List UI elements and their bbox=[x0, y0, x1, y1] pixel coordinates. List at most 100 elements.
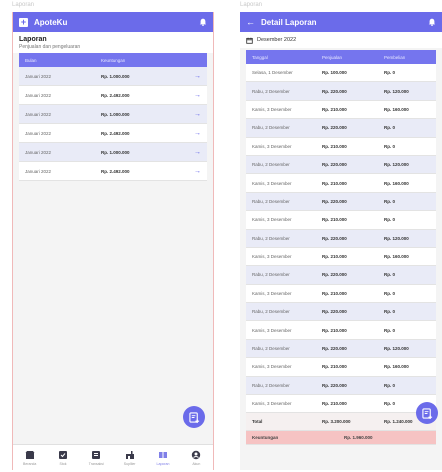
nav-item-laporan[interactable]: Laporan bbox=[146, 445, 179, 470]
cell-penjualan: Rp. 220.000 bbox=[322, 125, 347, 131]
table-row: Rabu, 2 Desember Rp. 220.000 Rp. 0 bbox=[246, 266, 436, 285]
balance-label: Keuntungan bbox=[252, 435, 279, 441]
table-row: Rabu, 2 Desember Rp. 220.000 Rp. 120.000 bbox=[246, 339, 436, 359]
cell-tanggal: Rabu, 2 Desember bbox=[252, 309, 290, 315]
cell-tanggal: Kamis, 3 Desember bbox=[252, 364, 292, 370]
arrow-right-icon[interactable]: → bbox=[194, 168, 201, 175]
add-report-button[interactable] bbox=[416, 402, 438, 424]
cell-penjualan: Rp. 220.000 bbox=[322, 198, 347, 204]
arrow-right-icon[interactable]: → bbox=[194, 149, 201, 156]
table-row[interactable]: Januari 2022 Rp. 2.492.000 → bbox=[19, 124, 207, 143]
table-row: Kamis, 3 Desember Rp. 210.000 Rp. 0 bbox=[246, 211, 436, 230]
table-row: Kamis, 3 Desember Rp. 210.000 Rp. 160.000 bbox=[246, 174, 436, 193]
cell-penjualan: Rp. 210.000 bbox=[322, 180, 347, 186]
detail-laporan-screen: ← Detail Laporan Desember 2022 Tanggal P… bbox=[240, 12, 442, 470]
receipt-icon bbox=[92, 450, 101, 459]
table-body: Selasa, 1 Desember Rp. 100.000 Rp. 0 Rabu, … bbox=[246, 64, 436, 414]
delivery-icon bbox=[125, 450, 134, 459]
bell-icon[interactable] bbox=[199, 18, 207, 26]
cell-pembelian: Rp. 0 bbox=[384, 217, 396, 223]
right-frame-label: Laporan bbox=[240, 2, 263, 8]
arrow-right-icon[interactable]: → bbox=[194, 111, 201, 118]
arrow-right-icon[interactable]: → bbox=[194, 92, 201, 99]
cell-tanggal: Rabu, 2 Desember bbox=[252, 88, 290, 94]
cell-penjualan: Rp. 210.000 bbox=[322, 254, 347, 260]
cell-tanggal: Rabu, 2 Desember bbox=[252, 382, 290, 388]
balance-value: Rp. 1.960.000 bbox=[344, 435, 373, 441]
cell-pembelian: Rp. 160.000 bbox=[384, 254, 409, 260]
table-row: Kamis, 3 Desember Rp. 210.000 Rp. 160.000 bbox=[246, 100, 436, 120]
cell-tanggal: Kamis, 3 Desember bbox=[252, 106, 292, 112]
laporan-table: Bulan Keuntungan Januari 2022 Rp. 1.000.0… bbox=[19, 53, 207, 181]
left-frame-label: Laporan bbox=[12, 2, 35, 8]
table-row[interactable]: Januari 2022 Rp. 2.492.000 → bbox=[19, 86, 207, 105]
nav-item-beranda[interactable]: Beranda bbox=[13, 445, 46, 470]
cell-pembelian: Rp. 0 bbox=[384, 125, 396, 131]
arrow-right-icon[interactable]: → bbox=[194, 73, 201, 80]
table-row[interactable]: Januari 2022 Rp. 1.000.000 → bbox=[19, 67, 207, 86]
cell-penjualan: Rp. 220.000 bbox=[322, 162, 347, 168]
cell-tanggal: Kamis, 3 Desember bbox=[252, 401, 292, 407]
table-row: Kamis, 3 Desember Rp. 210.000 Rp. 0 bbox=[246, 137, 436, 156]
cell-penjualan: Rp. 220.000 bbox=[322, 88, 347, 94]
detail-table: Tanggal Penjualan Pembelian Selasa, 1 De… bbox=[246, 50, 436, 446]
cell-pembelian: Rp. 120.000 bbox=[384, 235, 409, 241]
check-box-icon bbox=[58, 450, 67, 459]
table-row: Rabu, 2 Desember Rp. 220.000 Rp. 120.000 bbox=[246, 155, 436, 175]
cell-penjualan: Rp. 210.000 bbox=[322, 290, 347, 296]
cell-keuntungan: Rp. 2.492.000 bbox=[101, 92, 130, 98]
app-bar: + ApoteKu bbox=[13, 12, 213, 32]
cell-pembelian: Rp. 0 bbox=[384, 382, 396, 388]
cell-tanggal: Rabu, 2 Desember bbox=[252, 125, 290, 131]
cell-keuntungan: Rp. 1.000.000 bbox=[101, 73, 130, 79]
total-label: Total bbox=[252, 419, 263, 425]
table-row[interactable]: Januari 2022 Rp. 2.492.000 → bbox=[19, 162, 207, 181]
header-tanggal: Tanggal bbox=[252, 54, 268, 60]
cell-penjualan: Rp. 220.000 bbox=[322, 235, 347, 241]
bell-icon[interactable] bbox=[428, 18, 436, 26]
table-row: Rabu, 2 Desember Rp. 220.000 Rp. 120.000 bbox=[246, 229, 436, 248]
back-arrow-icon[interactable]: ← bbox=[246, 17, 255, 27]
arrow-right-icon[interactable]: → bbox=[194, 130, 201, 137]
cell-tanggal: Kamis, 3 Desember bbox=[252, 290, 292, 296]
table-row: Kamis, 3 Desember Rp. 210.000 Rp. 0 bbox=[246, 284, 436, 304]
cell-keuntungan: Rp. 2.492.000 bbox=[101, 130, 130, 136]
total-penjualan: Rp. 3.200.000 bbox=[322, 419, 351, 425]
store-icon bbox=[25, 450, 35, 459]
nav-label: Transaksi bbox=[88, 461, 104, 466]
nav-item-transaksi[interactable]: Transaksi bbox=[80, 445, 113, 470]
cell-tanggal: Rabu, 2 Desember bbox=[252, 346, 290, 352]
cell-tanggal: Kamis, 3 Desember bbox=[252, 143, 292, 149]
add-icon[interactable]: + bbox=[19, 17, 28, 27]
table-row: Rabu, 2 Desember Rp. 220.000 Rp. 120.000 bbox=[246, 82, 436, 101]
header-penjualan: Penjualan bbox=[322, 54, 343, 60]
nav-label: Supllier bbox=[123, 461, 136, 466]
cell-penjualan: Rp. 100.000 bbox=[322, 70, 347, 76]
table-row: Kamis, 3 Desember Rp. 210.000 Rp. 0 bbox=[246, 321, 436, 340]
nav-item-akun[interactable]: Akun bbox=[180, 445, 213, 470]
table-row: Rabu, 2 Desember Rp. 220.000 Rp. 0 bbox=[246, 303, 436, 322]
balance-row: Keuntungan Rp. 1.960.000 bbox=[246, 431, 436, 446]
nav-label: Laporan bbox=[156, 461, 170, 466]
period-selector[interactable]: Desember 2022 bbox=[240, 32, 442, 48]
table-row[interactable]: Januari 2022 Rp. 1.000.000 → bbox=[19, 105, 207, 124]
table-body: Januari 2022 Rp. 1.000.000 → Januari 2022 Rp… bbox=[19, 67, 207, 181]
cell-pembelian: Rp. 120.000 bbox=[384, 88, 409, 94]
section-title: Laporan bbox=[19, 36, 47, 43]
cell-pembelian: Rp. 0 bbox=[384, 309, 396, 315]
table-header: Tanggal Penjualan Pembelian bbox=[246, 50, 436, 64]
cell-bulan: Januari 2022 bbox=[25, 168, 52, 174]
add-report-button[interactable] bbox=[183, 406, 205, 428]
app-bar: ← Detail Laporan bbox=[240, 12, 442, 32]
cell-bulan: Januari 2022 bbox=[25, 111, 52, 117]
cell-bulan: Januari 2022 bbox=[25, 73, 52, 79]
bottom-nav: Beranda Stok Transaksi Supllier Laporan Akun bbox=[13, 444, 213, 470]
nav-item-supllier[interactable]: Supllier bbox=[113, 445, 146, 470]
cell-penjualan: Rp. 220.000 bbox=[322, 309, 347, 315]
table-row[interactable]: Januari 2022 Rp. 1.000.000 → bbox=[19, 143, 207, 162]
add-report-icon bbox=[421, 407, 432, 419]
nav-item-stok[interactable]: Stok bbox=[46, 445, 79, 470]
nav-label: Beranda bbox=[23, 461, 37, 466]
nav-label: Akun bbox=[192, 461, 201, 466]
cell-bulan: Januari 2022 bbox=[25, 92, 52, 98]
